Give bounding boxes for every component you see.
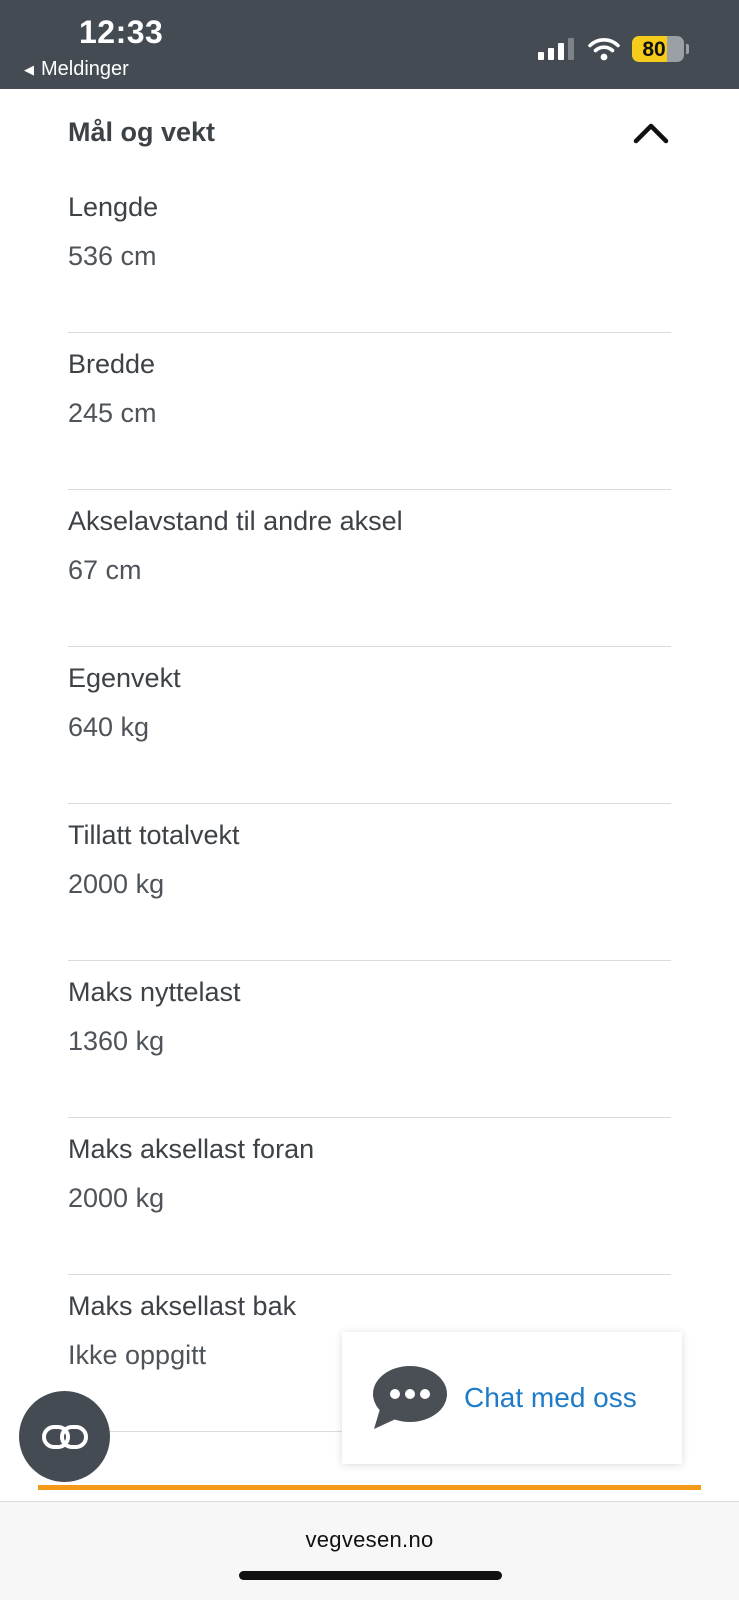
spec-list: Lengde 536 cm Bredde 245 cm Akselavstand… (68, 176, 671, 1432)
spec-value: 67 cm (68, 555, 142, 585)
chat-bubble-icon (373, 1366, 447, 1429)
spec-label: Tillatt totalvekt (68, 820, 240, 850)
browser-url-bar[interactable]: vegvesen.no (0, 1501, 739, 1600)
floating-link-button[interactable] (19, 1391, 110, 1482)
chat-label: Chat med oss (464, 1382, 637, 1413)
spec-value: 2000 kg (68, 1183, 165, 1213)
spec-item-akselavstand: Akselavstand til andre aksel 67 cm (68, 490, 671, 647)
battery-level: 80 (642, 38, 666, 61)
spec-item-maks-aksellast-foran: Maks aksellast foran 2000 kg (68, 1118, 671, 1275)
spec-value: 245 cm (68, 398, 157, 428)
battery-icon: 80 (632, 36, 684, 62)
wifi-icon (588, 38, 620, 61)
section-title: Mål og vekt (68, 117, 216, 147)
home-indicator[interactable] (239, 1571, 502, 1580)
spec-item-maks-nyttelast: Maks nyttelast 1360 kg (68, 961, 671, 1118)
url-text[interactable]: vegvesen.no (0, 1527, 739, 1553)
back-to-messages-link[interactable]: ◀ Meldinger (24, 58, 129, 81)
status-time: 12:33 (79, 14, 164, 50)
cellular-signal-icon (538, 38, 574, 60)
spec-label: Maks nyttelast (68, 977, 241, 1007)
chat-widget-button[interactable]: Chat med oss (342, 1332, 682, 1464)
status-bar: 12:33 ◀ Meldinger 80 (0, 0, 739, 89)
spec-value: 2000 kg (68, 869, 165, 899)
spec-label: Akselavstand til andre aksel (68, 506, 403, 536)
spec-label: Maks aksellast bak (68, 1291, 297, 1321)
spec-label: Egenvekt (68, 663, 181, 693)
back-triangle-icon: ◀ (24, 61, 34, 77)
spec-value: 640 kg (68, 712, 150, 742)
section-header-maal-og-vekt[interactable]: Mål og vekt (68, 110, 671, 154)
spec-item-bredde: Bredde 245 cm (68, 333, 671, 490)
spec-value: 1360 kg (68, 1026, 165, 1056)
spec-item-egenvekt: Egenvekt 640 kg (68, 647, 671, 804)
battery-tip (686, 44, 689, 54)
spec-label: Maks aksellast foran (68, 1134, 315, 1164)
spec-item-lengde: Lengde 536 cm (68, 176, 671, 333)
spec-label: Lengde (68, 192, 159, 222)
chevron-up-icon[interactable] (631, 114, 671, 150)
spec-label: Bredde (68, 349, 156, 379)
accent-line (38, 1485, 701, 1490)
spec-value: 536 cm (68, 241, 157, 271)
spec-item-tillatt-totalvekt: Tillatt totalvekt 2000 kg (68, 804, 671, 961)
back-link-label: Meldinger (41, 58, 129, 80)
status-icons: 80 (538, 36, 689, 62)
link-icon (41, 1424, 88, 1449)
